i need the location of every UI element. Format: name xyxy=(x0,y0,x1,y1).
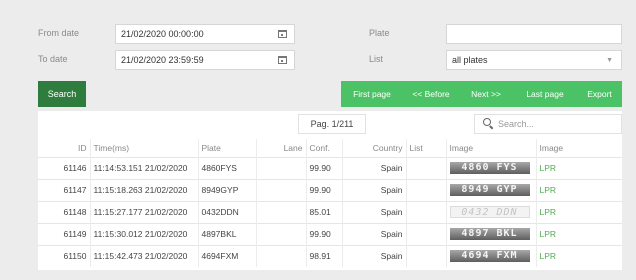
list-value: all plates xyxy=(452,55,488,65)
cell-image: 8949 GYP xyxy=(446,178,537,201)
cell-country: Spain xyxy=(342,244,407,267)
column-header-time[interactable]: Time(ms) xyxy=(90,139,199,157)
search-input[interactable]: Search... xyxy=(474,114,622,134)
column-header-plate[interactable]: Plate xyxy=(198,139,257,157)
cell-country: Spain xyxy=(342,222,407,245)
calendar-icon[interactable] xyxy=(278,30,287,38)
cell-time: 11:15:18.263 21/02/2020 xyxy=(90,178,199,201)
cell-image: 4694 FXM xyxy=(446,244,537,267)
cell-id: 61149 xyxy=(38,222,91,245)
cell-lane xyxy=(256,178,307,201)
plate-image[interactable]: 4694 FXM xyxy=(449,250,530,263)
page-indicator: Pag. 1/211 xyxy=(298,114,366,134)
cell-image: 0432 DDN xyxy=(446,200,537,223)
cell-conf: 98.91 xyxy=(306,244,343,267)
cell-plate: 4694FXM xyxy=(198,244,257,267)
column-header-image[interactable]: Image xyxy=(446,139,537,157)
results-table: ID Time(ms) Plate Lane Conf. Country Lis… xyxy=(38,139,622,267)
cell-plate: 0432DDN xyxy=(198,200,257,223)
cell-list xyxy=(406,178,447,201)
to-date-value: 21/02/2020 23:59:59 xyxy=(121,55,204,65)
cell-list xyxy=(406,156,447,179)
table-row[interactable]: 61147 11:15:18.263 21/02/2020 8949GYP 99… xyxy=(38,178,622,201)
column-header-country[interactable]: Country xyxy=(342,139,407,157)
table-row[interactable]: 61150 11:15:42.473 21/02/2020 4694FXM 98… xyxy=(38,244,622,267)
plate-image[interactable]: 8949 GYP xyxy=(449,184,530,196)
next-button[interactable]: Next >> xyxy=(459,81,513,107)
search-icon xyxy=(483,118,491,126)
cell-id: 61146 xyxy=(38,156,91,179)
cell-country: Spain xyxy=(342,178,407,201)
cell-image: 4897 BKL xyxy=(446,222,537,245)
cell-conf: 85.01 xyxy=(306,200,343,223)
lpr-link[interactable]: LPR xyxy=(536,244,622,267)
results-panel: Pag. 1/211 Search... ID Time(ms) Plate L… xyxy=(38,111,622,270)
table-row[interactable]: 61148 11:15:27.177 21/02/2020 0432DDN 85… xyxy=(38,200,622,223)
cell-time: 11:15:30.012 21/02/2020 xyxy=(90,222,199,245)
table-row[interactable]: 61149 11:15:30.012 21/02/2020 4897BKL 99… xyxy=(38,222,622,245)
cell-conf: 99.90 xyxy=(306,222,343,245)
cell-id: 61150 xyxy=(38,244,91,267)
plate-image[interactable]: 4897 BKL xyxy=(449,228,530,240)
column-header-lane[interactable]: Lane xyxy=(256,139,307,157)
search-placeholder: Search... xyxy=(498,119,535,129)
column-header-image-link[interactable]: Image xyxy=(536,139,622,157)
cell-image: 4860 FYS xyxy=(446,156,537,179)
list-select[interactable]: all plates ▼ xyxy=(446,50,622,70)
cell-lane xyxy=(256,156,307,179)
from-date-value: 21/02/2020 00:00:00 xyxy=(121,29,204,39)
cell-list xyxy=(406,222,447,245)
cell-plate: 8949GYP xyxy=(198,178,257,201)
lpr-link[interactable]: LPR xyxy=(536,178,622,201)
list-label: List xyxy=(369,54,384,64)
from-date-label: From date xyxy=(38,28,80,38)
last-page-button[interactable]: Last page xyxy=(513,81,577,107)
cell-plate: 4897BKL xyxy=(198,222,257,245)
cell-id: 61148 xyxy=(38,200,91,223)
cell-plate: 4860FYS xyxy=(198,156,257,179)
before-button[interactable]: << Before xyxy=(403,81,459,107)
cell-list xyxy=(406,244,447,267)
first-page-button[interactable]: First page xyxy=(341,81,403,107)
calendar-icon[interactable] xyxy=(278,56,287,64)
plate-image[interactable]: 0432 DDN xyxy=(449,206,530,218)
lpr-link[interactable]: LPR xyxy=(536,156,622,179)
column-header-id[interactable]: ID xyxy=(38,139,91,157)
to-date-label: To date xyxy=(38,54,68,64)
column-header-list[interactable]: List xyxy=(406,139,447,157)
cell-lane xyxy=(256,200,307,223)
search-button[interactable]: Search xyxy=(38,81,86,107)
from-date-input[interactable]: 21/02/2020 00:00:00 xyxy=(115,24,295,44)
column-header-conf[interactable]: Conf. xyxy=(306,139,343,157)
cell-country: Spain xyxy=(342,156,407,179)
plate-input[interactable] xyxy=(446,24,622,44)
table-header-row: ID Time(ms) Plate Lane Conf. Country Lis… xyxy=(38,139,622,157)
cell-time: 11:15:42.473 21/02/2020 xyxy=(90,244,199,267)
lpr-link[interactable]: LPR xyxy=(536,200,622,223)
cell-lane xyxy=(256,222,307,245)
to-date-input[interactable]: 21/02/2020 23:59:59 xyxy=(115,50,295,70)
cell-country: Spain xyxy=(342,200,407,223)
chevron-down-icon: ▼ xyxy=(606,57,613,64)
lpr-link[interactable]: LPR xyxy=(536,222,622,245)
cell-id: 61147 xyxy=(38,178,91,201)
pagination-bar: First page << Before Next >> Last page E… xyxy=(341,81,622,107)
cell-conf: 99.90 xyxy=(306,156,343,179)
export-button[interactable]: Export xyxy=(577,81,622,107)
cell-lane xyxy=(256,244,307,267)
cell-conf: 99.90 xyxy=(306,178,343,201)
cell-time: 11:14:53.151 21/02/2020 xyxy=(90,156,199,179)
cell-list xyxy=(406,200,447,223)
table-row[interactable]: 61146 11:14:53.151 21/02/2020 4860FYS 99… xyxy=(38,156,622,179)
plate-label: Plate xyxy=(369,28,390,38)
plate-image[interactable]: 4860 FYS xyxy=(449,162,530,174)
cell-time: 11:15:27.177 21/02/2020 xyxy=(90,200,199,223)
